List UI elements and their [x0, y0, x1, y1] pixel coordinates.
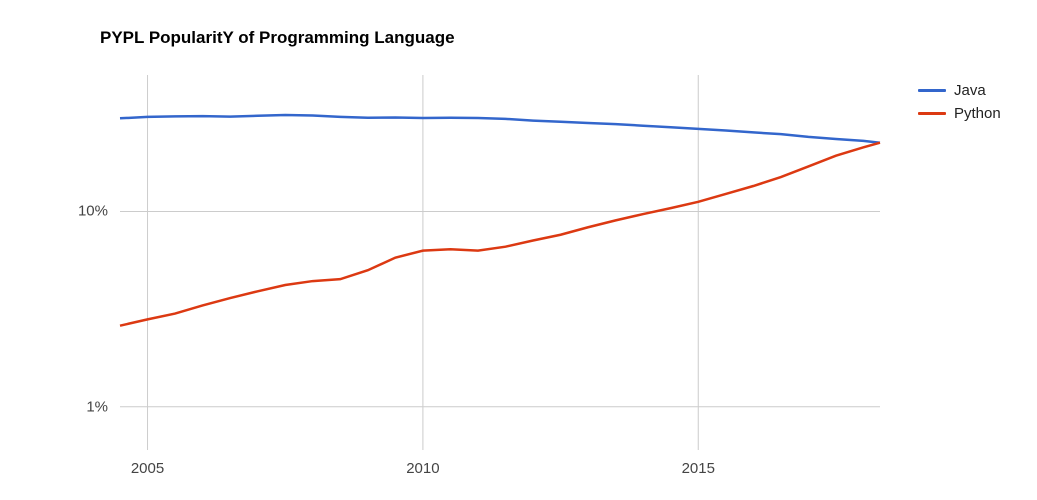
series-line-java	[120, 115, 880, 143]
legend-item-python[interactable]: Python	[918, 105, 1001, 122]
x-tick-label: 2015	[682, 450, 715, 477]
chart-title: PYPL PopularitY of Programming Language	[100, 28, 455, 48]
chart-container: PYPL PopularitY of Programming Language …	[0, 0, 1037, 500]
legend: Java Python	[918, 82, 1001, 128]
y-tick-label: 10%	[78, 203, 120, 220]
x-tick-label: 2010	[406, 450, 439, 477]
legend-label: Python	[954, 105, 1001, 122]
x-tick-label: 2005	[131, 450, 164, 477]
legend-swatch	[918, 89, 946, 92]
legend-label: Java	[954, 82, 986, 99]
series-line-python	[120, 143, 880, 326]
chart-svg	[120, 75, 880, 450]
plot-area: 2005201020151%10%	[120, 75, 880, 450]
legend-swatch	[918, 112, 946, 115]
legend-item-java[interactable]: Java	[918, 82, 1001, 99]
y-tick-label: 1%	[86, 398, 120, 415]
